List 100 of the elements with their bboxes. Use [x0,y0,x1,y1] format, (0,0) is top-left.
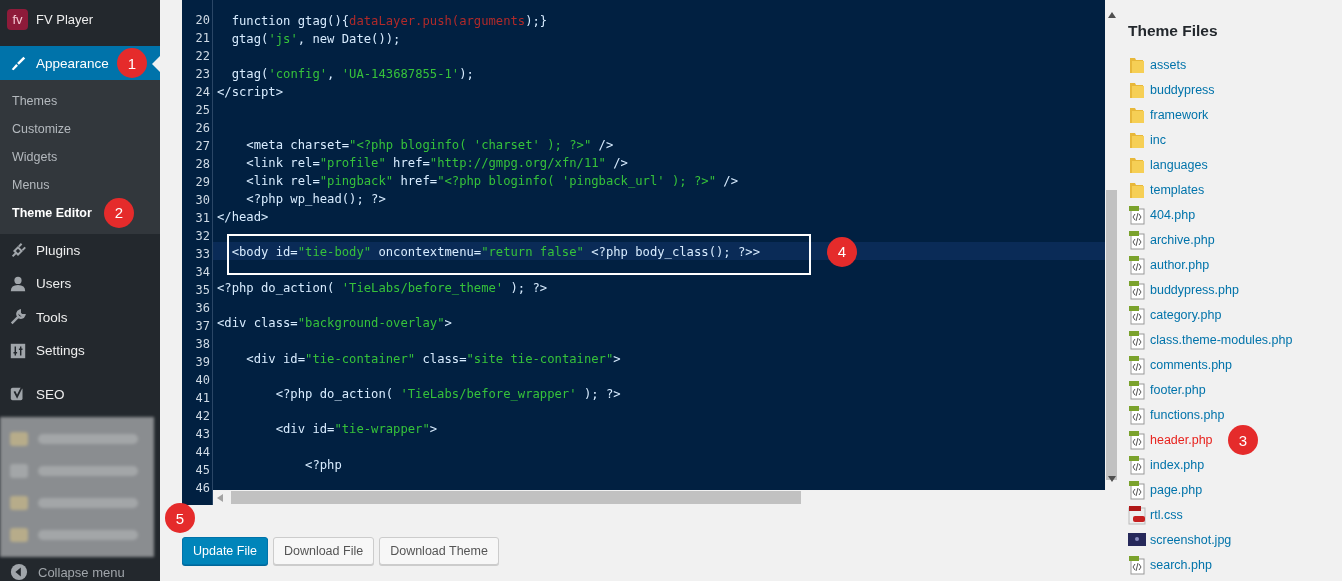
file-link[interactable]: 404.php [1128,202,1342,227]
menu-item[interactable]: Tools [0,300,160,335]
collapse-menu[interactable]: Collapse menu [0,563,160,581]
action-button[interactable]: Download File [272,537,375,565]
file-link[interactable]: index.php [1128,452,1342,477]
file-link[interactable]: buddypress.php [1128,277,1342,302]
line-number: 34 [195,264,210,281]
php-file-icon [1128,454,1146,475]
file-link[interactable]: category.php [1128,302,1342,327]
horizontal-scrollbar[interactable] [213,490,1105,505]
submenu-item[interactable]: Menus [0,170,160,199]
code-line: gtag('config', 'UA-143687855-1'); [230,67,474,82]
menu-item[interactable]: Plugins [0,233,160,268]
code-line: gtag('js', new Date()); [230,32,401,46]
line-number: 36 [195,300,210,317]
line-number: 43 [195,426,210,443]
user-icon [9,275,27,293]
line-number: 44 [195,444,210,461]
line-number: 37 [195,318,210,335]
file-link[interactable]: buddypress [1128,77,1342,102]
php-file-icon [1128,554,1146,575]
submenu-item[interactable]: Theme Editor 2 [0,198,160,227]
file-link[interactable]: languages [1128,152,1342,177]
line-number: 40 [195,372,210,389]
file-link[interactable]: page.php [1128,477,1342,502]
submenu-item[interactable]: Themes [0,86,160,115]
php-file-icon [1128,304,1146,325]
php-file-icon [1128,329,1146,350]
line-number: 25 [195,102,210,119]
php-file-icon [1128,254,1146,275]
file-link[interactable]: search.php [1128,552,1342,577]
php-file-icon [1128,229,1146,250]
action-button[interactable]: Download Theme [379,537,499,565]
submenu-item[interactable]: Widgets [0,142,160,171]
line-number: 38 [195,336,210,353]
file-link[interactable]: assets [1128,52,1342,77]
line-number: 21 [195,30,210,47]
file-link[interactable]: screenshot.jpg [1128,527,1342,552]
line-number: 42 [195,408,210,425]
line-number: 39 [195,354,210,371]
php-file-icon [1128,354,1146,375]
line-number: 22 [195,48,210,65]
line-number: 35 [195,282,210,299]
code-editor[interactable] [182,0,1118,505]
php-file-icon [1128,479,1146,500]
line-number: 31 [195,210,210,227]
code-line: <link rel="pingback" href="<?php bloginfo( 'pingback_url' ); ?>" /> [245,174,738,189]
line-number: 30 [195,192,210,209]
panel-title: Theme Files [1128,22,1219,40]
line-number: 20 [195,12,210,29]
step-badge: 4 [827,237,857,268]
line-number: 29 [195,174,210,191]
file-link[interactable]: class.theme-modules.php [1128,327,1342,352]
file-link[interactable]: functions.php [1128,402,1342,427]
file-link[interactable]: inc [1128,127,1342,152]
code-line: <?php do_action( 'TieLabs/before_wrapper' ); ?> [274,386,621,401]
file-link[interactable]: comments.php [1128,352,1342,377]
menu-item[interactable]: Appearance 1 [0,46,160,80]
line-number: 27 [195,138,210,155]
brand-logo: fv [7,9,28,31]
code-line: <link rel="profile" href="http://gmpg.org/xfn/11" /> [245,156,628,171]
code-line: <?php wp_head(); ?> [245,192,386,207]
file-link[interactable]: author.php [1128,252,1342,277]
php-file-icon [1128,379,1146,400]
step-badge: 2 [104,197,134,228]
code-line: <div id="tie-wrapper"> [274,422,438,437]
scroll-down-icon[interactable] [1107,476,1116,482]
code-line: <?php do_action( 'TieLabs/before_theme' ); ?> [217,280,548,295]
file-link[interactable]: archive.php [1128,227,1342,252]
code-line: <body id="tie-body" oncontextmenu="return false" <?php body_class(); ?>> [230,245,760,260]
menu-item[interactable]: Settings [0,334,160,368]
code-line: </script> [217,85,284,100]
vertical-scrollbar[interactable] [1105,0,1118,505]
line-number: 45 [195,462,210,479]
php-file-icon [1128,404,1146,425]
menu-item[interactable]: SEO [0,377,160,412]
file-link[interactable]: header.php 3 [1128,427,1342,452]
menu-item[interactable]: Users [0,267,160,301]
paintbrush-icon [9,54,27,73]
file-link[interactable]: rtl.css [1128,502,1342,527]
line-number: 32 [195,228,210,245]
line-number: 24 [195,84,210,101]
php-file-icon [1128,429,1146,450]
code-line: </head> [217,210,269,225]
line-number: 41 [195,390,210,407]
code-line: function gtag(){dataLayer.push(arguments);} [230,14,548,28]
code-line: <meta charset="<?php bloginfo( 'charset' ); ?>" /> [245,138,614,153]
step-badge: 3 [1228,425,1258,455]
submenu-item[interactable]: Customize [0,114,160,143]
file-link[interactable]: footer.php [1128,377,1342,402]
scroll-up-icon[interactable] [1107,12,1116,18]
file-link[interactable]: templates [1128,177,1342,202]
code-line: <div id="tie-container" class="site tie-container"> [245,351,621,366]
step-badge: 5 [165,503,195,533]
brand-name[interactable]: FV Player [36,12,94,28]
css-file-icon [1128,504,1146,525]
code-line: <div class="background-overlay"> [217,316,452,331]
php-file-icon [1128,204,1146,225]
file-link[interactable]: framework [1128,102,1342,127]
line-number: 28 [195,156,210,173]
